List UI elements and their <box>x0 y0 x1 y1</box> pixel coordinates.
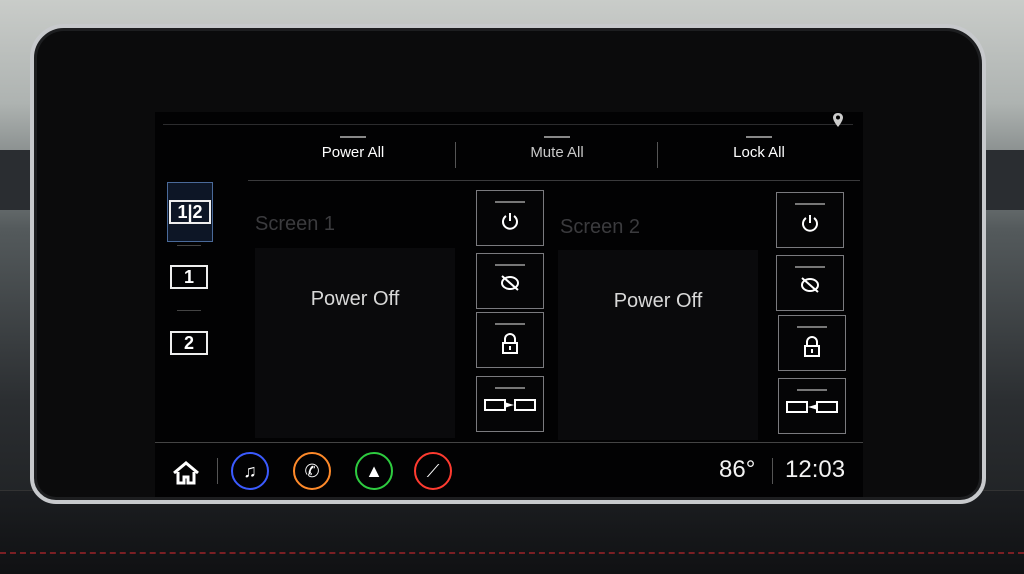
screen-1-mode-button[interactable]: 1 <box>167 248 211 306</box>
screen-1-label: Screen 1 <box>255 213 336 235</box>
screen-2-label: Screen 2 <box>560 216 641 238</box>
phone-icon: ✆ <box>304 460 320 481</box>
power-icon <box>502 213 518 230</box>
dock-separator <box>772 458 773 484</box>
screen-1-icon: 1 <box>169 265 208 289</box>
screen-1-lock-button[interactable] <box>476 312 544 368</box>
screen-2-preview[interactable] <box>558 250 758 440</box>
source-transfer-icon <box>786 401 838 413</box>
power-all-button[interactable]: Power All <box>303 136 403 172</box>
rear-seat-media-screen: Power All Mute All Lock All 1|2 1 2 Scre… <box>155 112 863 497</box>
navigation-icon: ▲ <box>365 460 383 481</box>
tab-divider <box>455 142 456 168</box>
music-icon: ♫ <box>243 460 257 481</box>
screen-2-mute-button[interactable] <box>776 255 844 311</box>
mode-divider <box>177 245 201 246</box>
lock-icon <box>502 333 518 354</box>
screen-2-icon: 2 <box>169 331 208 355</box>
split-screen-mode-button[interactable]: 1|2 <box>167 182 213 242</box>
mute-icon <box>801 277 819 293</box>
home-icon[interactable] <box>171 460 201 486</box>
seat-icon: ⟋ <box>426 460 440 481</box>
screen-1-source-transfer-button[interactable] <box>476 376 544 432</box>
mute-all-button[interactable]: Mute All <box>507 136 607 172</box>
screen-1-status: Power Off <box>310 288 400 310</box>
indicator-bar <box>746 136 772 138</box>
music-app-button[interactable]: ♫ <box>231 452 269 490</box>
power-all-label: Power All <box>321 144 385 161</box>
tabs-divider <box>248 180 860 181</box>
mode-divider <box>177 310 201 311</box>
mute-all-label: Mute All <box>530 144 584 161</box>
phone-app-button[interactable]: ✆ <box>293 452 331 490</box>
dock-separator <box>217 458 218 484</box>
screen-2-status: Power Off <box>613 290 703 312</box>
screen-2-lock-button[interactable] <box>778 315 846 371</box>
source-transfer-icon <box>484 399 536 411</box>
dashboard-stitching <box>0 552 1024 554</box>
tab-divider <box>657 142 658 168</box>
screen-2-power-button[interactable] <box>776 192 844 248</box>
location-pin-icon <box>833 113 843 127</box>
indicator-bar <box>544 136 570 138</box>
lock-all-label: Lock All <box>733 144 785 161</box>
dock-divider <box>155 442 863 443</box>
split-screen-icon: 1|2 <box>169 200 211 224</box>
screen-1-mute-button[interactable] <box>476 253 544 309</box>
temperature-display[interactable]: 86° <box>719 456 755 484</box>
lock-icon <box>804 336 820 357</box>
indicator-bar <box>340 136 366 138</box>
screen-2-source-transfer-button[interactable] <box>778 378 846 434</box>
power-icon <box>802 215 818 232</box>
mute-icon <box>501 275 519 291</box>
screen-1-preview[interactable] <box>255 248 455 438</box>
lock-all-button[interactable]: Lock All <box>709 136 809 172</box>
navigation-app-button[interactable]: ▲ <box>355 452 393 490</box>
screen-1-power-button[interactable] <box>476 190 544 246</box>
seat-app-button[interactable]: ⟋ <box>414 452 452 490</box>
screen-2-mode-button[interactable]: 2 <box>167 314 211 372</box>
status-line <box>163 124 853 125</box>
clock-display: 12:03 <box>785 456 846 483</box>
